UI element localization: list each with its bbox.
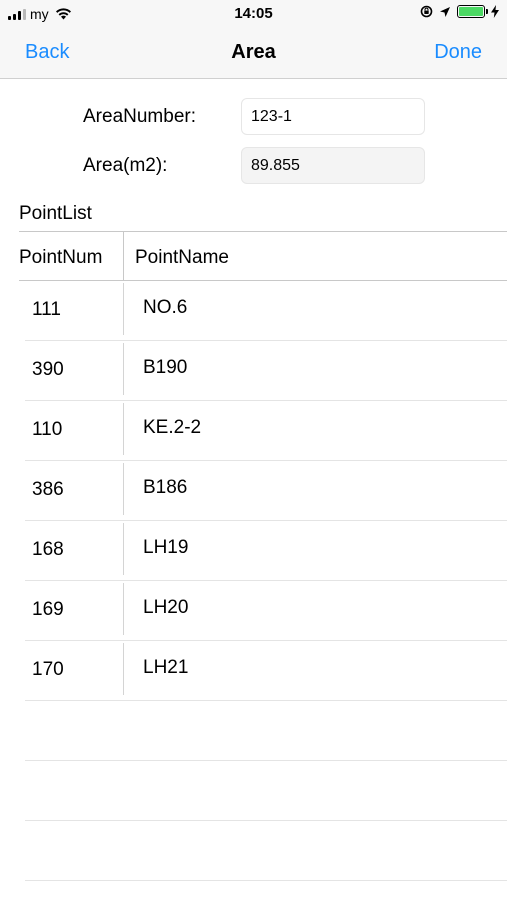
area-number-label: AreaNumber: <box>83 106 196 127</box>
page-title: Area <box>231 41 276 63</box>
table-row[interactable]: 111 NO.6 <box>0 281 507 341</box>
row-separator <box>25 880 507 881</box>
table-row[interactable]: 170 LH21 <box>0 641 507 701</box>
cell-divider <box>123 523 124 575</box>
point-list-title: PointList <box>19 203 92 224</box>
cell-divider <box>123 283 124 335</box>
area-label: Area(m2): <box>83 155 168 176</box>
navigation-bar: Back Area Done <box>0 27 507 79</box>
point-num-cell: 386 <box>32 479 64 500</box>
table-row[interactable]: 168 LH19 <box>0 521 507 581</box>
column-divider <box>123 232 124 281</box>
point-num-cell: 110 <box>32 419 63 440</box>
status-bar: my 14:05 <box>0 0 507 27</box>
table-row[interactable]: 169 LH20 <box>0 581 507 641</box>
point-name-cell: B190 <box>143 357 188 378</box>
point-num-cell: 111 <box>32 299 61 320</box>
table-row[interactable]: 386 B186 <box>0 461 507 521</box>
point-table-body: 111 NO.6 390 B190 110 KE.2-2 386 B186 16… <box>0 281 507 881</box>
table-row[interactable]: 390 B190 <box>0 341 507 401</box>
area-value-field <box>241 147 425 184</box>
location-arrow-icon <box>440 6 450 17</box>
point-num-cell: 169 <box>32 599 64 620</box>
column-header-point-num: PointNum <box>19 247 103 268</box>
empty-table-row <box>0 761 507 821</box>
cell-divider <box>123 343 124 395</box>
battery-fill <box>459 7 483 16</box>
point-name-cell: B186 <box>143 477 188 498</box>
cell-divider <box>123 643 124 695</box>
cell-divider <box>123 583 124 635</box>
point-table-header: PointNum PointName <box>19 231 507 281</box>
point-name-cell: LH21 <box>143 657 189 678</box>
battery-icon <box>457 5 488 18</box>
point-name-cell: LH20 <box>143 597 189 618</box>
point-name-cell: KE.2-2 <box>143 417 202 438</box>
point-name-cell: LH19 <box>143 537 189 558</box>
done-button[interactable]: Done <box>434 41 482 64</box>
cell-divider <box>123 463 124 515</box>
area-number-input[interactable] <box>241 98 425 135</box>
column-header-point-name: PointName <box>135 247 229 268</box>
empty-table-row <box>0 701 507 761</box>
status-right <box>420 5 499 18</box>
point-num-cell: 170 <box>32 659 64 680</box>
point-name-cell: NO.6 <box>143 297 188 318</box>
point-num-cell: 390 <box>32 359 64 380</box>
orientation-lock-icon <box>420 5 433 18</box>
point-num-cell: 168 <box>32 539 64 560</box>
table-row[interactable]: 110 KE.2-2 <box>0 401 507 461</box>
charging-bolt-icon <box>491 5 499 18</box>
cell-divider <box>123 403 124 455</box>
empty-table-row <box>0 821 507 881</box>
